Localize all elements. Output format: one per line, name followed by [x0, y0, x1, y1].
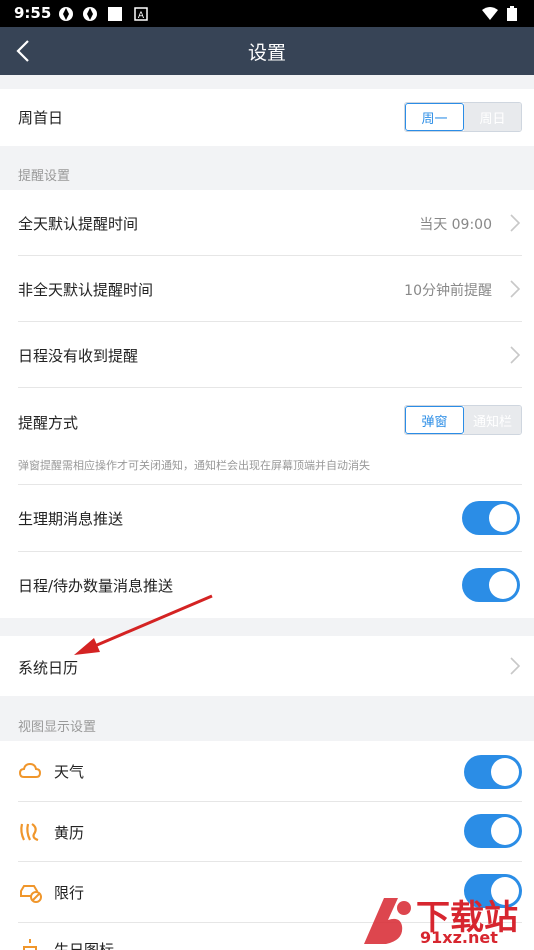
week-start-monday-option[interactable]: 周一: [405, 103, 464, 131]
toggle-knob: [489, 571, 517, 599]
weather-label: 天气: [54, 763, 85, 781]
view-section-title: 视图显示设置: [18, 720, 97, 735]
chevron-right-icon: [510, 280, 521, 298]
reminder-popup-option[interactable]: 弹窗: [405, 406, 464, 434]
watermark-url: 91xz.net: [420, 928, 498, 947]
app-notification-icon: [83, 7, 97, 21]
weather-toggle[interactable]: [464, 755, 522, 789]
almanac-label: 黄历: [54, 824, 85, 842]
app-notification-icon: [59, 7, 73, 21]
toggle-knob: [491, 758, 519, 786]
square-notification-icon: [108, 7, 122, 21]
reminder-notification-option[interactable]: 通知栏: [464, 406, 521, 434]
weather-row: 天气: [0, 741, 534, 801]
birthday-icon: [23, 939, 37, 950]
allday-reminder-value: 当天 09:00: [419, 217, 492, 233]
a-notification-icon: A: [134, 7, 148, 21]
period-push-row: 生理期消息推送: [0, 485, 534, 551]
reminder-method-row: 提醒方式 弹窗 通知栏: [0, 388, 534, 450]
top-nav-bar: 设置: [0, 27, 534, 75]
not-received-reminder-row[interactable]: 日程没有收到提醒: [0, 322, 534, 387]
nonallday-reminder-label: 非全天默认提醒时间: [18, 281, 154, 299]
car-restriction-label: 限行: [54, 884, 85, 902]
chevron-right-icon: [510, 346, 521, 364]
page-title: 设置: [247, 42, 286, 64]
week-start-row: 周首日 周一 周日: [0, 89, 534, 146]
nonallday-reminder-row[interactable]: 非全天默认提醒时间 10分钟前提醒: [0, 256, 534, 321]
birthday-label: 生日图标: [54, 941, 115, 950]
period-push-label: 生理期消息推送: [18, 510, 124, 528]
status-bar: 9:55 A: [0, 0, 534, 27]
reminder-method-segmented: 弹窗 通知栏: [404, 405, 522, 435]
watermark-logo-icon: [364, 898, 411, 944]
week-start-sunday-option[interactable]: 周日: [464, 103, 521, 131]
allday-reminder-row[interactable]: 全天默认提醒时间 当天 09:00: [0, 190, 534, 255]
toggle-knob: [489, 504, 517, 532]
allday-reminder-label: 全天默认提醒时间: [18, 215, 139, 233]
weather-cloud-icon: [18, 762, 42, 778]
reminder-method-hint: 弹窗提醒需相应操作才可关闭通知，通知栏会出现在屏幕顶端并自动消失: [18, 459, 370, 472]
not-received-reminder-label: 日程没有收到提醒: [18, 347, 139, 365]
chevron-right-icon: [510, 214, 521, 232]
red-annotation-arrow: [74, 594, 213, 655]
reminder-method-label: 提醒方式: [18, 414, 79, 432]
svg-text:A: A: [138, 11, 145, 21]
week-start-label: 周首日: [18, 109, 64, 127]
chevron-right-icon: [510, 657, 521, 675]
site-watermark: 下载站 91xz.net: [354, 890, 534, 950]
almanac-row: 黄历: [0, 802, 534, 861]
battery-icon: [507, 6, 517, 21]
nonallday-reminder-value: 10分钟前提醒: [404, 283, 492, 299]
count-push-toggle[interactable]: [462, 568, 520, 602]
status-time: 9:55: [14, 4, 52, 22]
week-start-segmented: 周一 周日: [404, 102, 522, 132]
wifi-icon: [482, 7, 498, 20]
period-push-toggle[interactable]: [462, 501, 520, 535]
car-restriction-icon: [20, 885, 42, 903]
reminder-section-title: 提醒设置: [18, 169, 71, 184]
toggle-knob: [491, 817, 519, 845]
almanac-icon: [20, 823, 39, 842]
reminder-settings-group: 全天默认提醒时间 当天 09:00 非全天默认提醒时间 10分钟前提醒 日程没有…: [0, 190, 534, 618]
almanac-toggle[interactable]: [464, 814, 522, 848]
